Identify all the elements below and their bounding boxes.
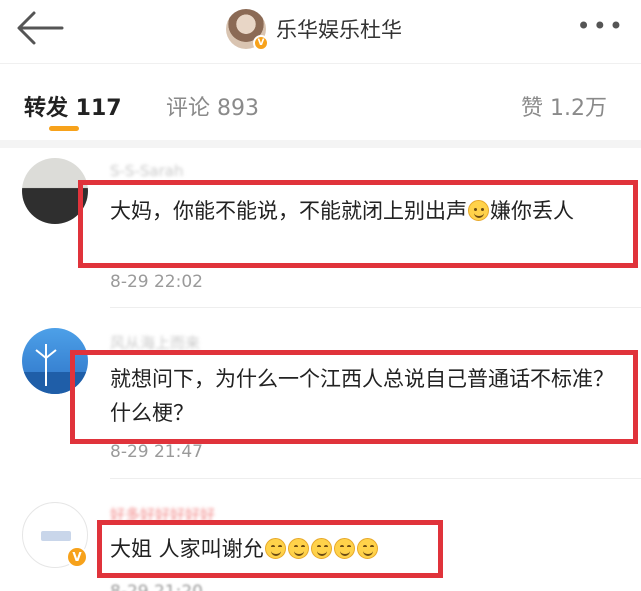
comment-time: 8-29 21:47: [110, 442, 203, 462]
back-arrow-icon[interactable]: [14, 10, 66, 46]
tab-reposts[interactable]: 转发 117: [24, 90, 122, 122]
top-bar: V 乐华娱乐杜华 •••: [0, 0, 641, 58]
verified-badge-icon: V: [253, 35, 269, 51]
section-gap: [0, 140, 641, 148]
comment-time: 8-29 21:20: [110, 582, 203, 591]
list-item[interactable]: S-S-Sarah 大妈，你能不能说，不能就闭上别出声 嫌你丢人 8-29 22:…: [0, 150, 641, 310]
list-item[interactable]: 风从海上而来 就想问下，为什么一个江西人总说自己普通话不标准？什么梗？ 8-29…: [0, 320, 641, 480]
smile-emoji-icon: [310, 538, 332, 559]
tab-likes[interactable]: 赞 1.2万: [521, 90, 607, 122]
comment-text: 大妈，你能不能说，不能就闭上别出声 嫌你丢人: [110, 199, 574, 223]
smile-emoji-icon: [356, 538, 378, 559]
more-dots-icon[interactable]: •••: [577, 14, 625, 38]
divider: [110, 307, 641, 308]
page-header[interactable]: V 乐华娱乐杜华: [226, 6, 402, 52]
smile-emoji-icon: [264, 538, 286, 559]
smile-emoji-icon: [468, 200, 489, 221]
tab-bar: 转发 117 评论 893 赞 1.2万: [0, 80, 641, 134]
page-title: 乐华娱乐杜华: [276, 18, 402, 42]
tab-comments[interactable]: 评论 893: [166, 90, 259, 122]
verified-badge-icon: V: [66, 546, 88, 568]
divider: [110, 478, 641, 479]
comment-text: 就想问下，为什么一个江西人总说自己普通话不标准？什么梗？: [110, 367, 614, 425]
list-item[interactable]: V 好多好好好好好 大姐 人家叫谢允 8-29 21:20: [0, 490, 641, 591]
comment-text: 大姐 人家叫谢允: [110, 532, 630, 566]
header-divider: [0, 63, 641, 64]
smile-emoji-icon: [287, 538, 309, 559]
comment-time: 8-29 22:02: [110, 272, 203, 292]
smile-emoji-icon: [333, 538, 355, 559]
active-tab-indicator: [49, 126, 79, 131]
avatar[interactable]: V: [226, 9, 269, 51]
comment-username[interactable]: S-S-Sarah: [110, 162, 183, 180]
